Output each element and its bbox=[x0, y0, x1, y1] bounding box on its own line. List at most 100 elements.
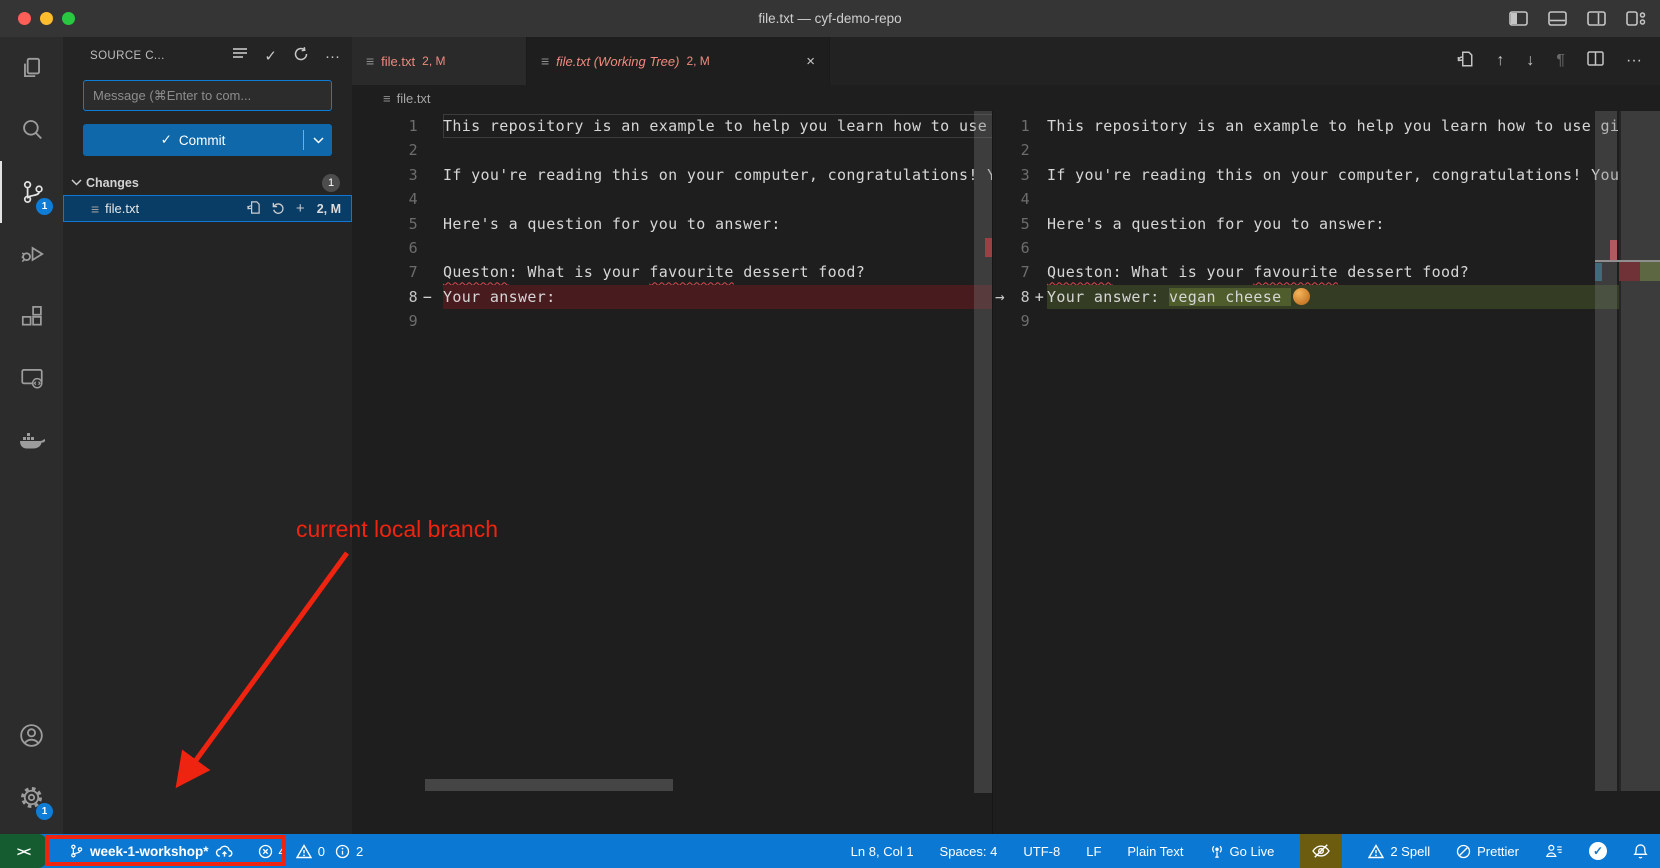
code-line[interactable]: 9 bbox=[993, 309, 1660, 333]
sync-status-item[interactable]: ✓ bbox=[1589, 834, 1607, 868]
source-control-icon[interactable]: 1 bbox=[0, 161, 63, 223]
encoding-item[interactable]: UTF-8 bbox=[1023, 834, 1060, 868]
spell-toggle-item[interactable] bbox=[1300, 834, 1342, 868]
code-line[interactable]: 3If you're reading this on your computer… bbox=[993, 163, 1660, 187]
toggle-panel-icon[interactable] bbox=[1548, 11, 1567, 26]
code-line[interactable]: 6 bbox=[352, 236, 992, 260]
stage-changes-icon[interactable]: + bbox=[296, 200, 305, 217]
customize-layout-icon[interactable] bbox=[1626, 11, 1646, 26]
diff-left-pane: 1This repository is an example to help y… bbox=[352, 111, 993, 834]
notifications-item[interactable] bbox=[1633, 834, 1648, 868]
view-as-list-icon[interactable] bbox=[232, 47, 248, 66]
problems-status-item[interactable]: 4 0 2 bbox=[258, 834, 368, 868]
extensions-icon[interactable] bbox=[0, 285, 63, 347]
eol-item[interactable]: LF bbox=[1086, 834, 1101, 868]
file-list-icon: ≡ bbox=[541, 53, 549, 69]
code-line[interactable]: 7Queston: What is your favourite dessert… bbox=[352, 260, 992, 284]
open-changes-icon[interactable] bbox=[1456, 50, 1474, 73]
ruler-added-mark bbox=[1640, 262, 1660, 281]
commit-message-input[interactable] bbox=[83, 80, 332, 111]
breadcrumb-file: file.txt bbox=[397, 91, 431, 106]
tab-label: file.txt bbox=[381, 54, 415, 69]
branch-name: week-1-workshop* bbox=[90, 844, 209, 859]
language-mode-item[interactable]: Plain Text bbox=[1127, 834, 1183, 868]
more-actions-icon[interactable]: ··· bbox=[1626, 52, 1642, 70]
feedback-item[interactable] bbox=[1545, 834, 1563, 868]
file-list-icon: ≡ bbox=[383, 91, 391, 106]
tab-file-txt[interactable]: ≡ file.txt 2, M bbox=[352, 37, 527, 85]
settings-gear-icon[interactable]: 1 bbox=[0, 766, 63, 828]
editor-group: ≡ file.txt 2, M ≡ file.txt (Working Tree… bbox=[352, 37, 1660, 834]
run-debug-icon[interactable] bbox=[0, 223, 63, 285]
diff-overview-ruler bbox=[1619, 111, 1660, 791]
left-vertical-scrollbar[interactable] bbox=[974, 111, 993, 793]
remote-explorer-icon[interactable] bbox=[0, 347, 63, 409]
tab-file-txt-working-tree[interactable]: ≡ file.txt (Working Tree) 2, M × bbox=[527, 37, 830, 85]
code-line[interactable]: 3If you're reading this on your computer… bbox=[352, 163, 992, 187]
changes-count-badge: 1 bbox=[322, 174, 340, 192]
branch-status-item[interactable]: week-1-workshop* bbox=[61, 834, 242, 868]
left-horizontal-scrollbar[interactable] bbox=[425, 779, 673, 791]
previous-change-icon[interactable]: ↑ bbox=[1496, 52, 1504, 70]
code-line[interactable]: 2 bbox=[352, 138, 992, 162]
publish-cloud-icon bbox=[215, 844, 234, 859]
code-line[interactable]: 8−Your answer: bbox=[352, 285, 992, 309]
open-file-icon[interactable] bbox=[246, 200, 261, 218]
breadcrumb[interactable]: ≡ file.txt bbox=[352, 85, 1660, 111]
code-line[interactable]: 2 bbox=[993, 138, 1660, 162]
code-line[interactable]: 5Here's a question for you to answer: bbox=[352, 212, 992, 236]
git-branch-icon bbox=[69, 843, 84, 859]
settings-badge: 1 bbox=[36, 803, 53, 820]
whitespace-toggle-icon[interactable]: ¶ bbox=[1556, 52, 1565, 70]
next-change-icon[interactable]: ↓ bbox=[1526, 52, 1534, 70]
changed-line-scroll-mark bbox=[1610, 240, 1617, 262]
changed-file-name: file.txt bbox=[105, 201, 139, 216]
tab-problems-badge: 2, M bbox=[686, 54, 709, 68]
cursor-position-item[interactable]: Ln 8, Col 1 bbox=[851, 834, 914, 868]
check-icon: ✓ bbox=[161, 132, 172, 148]
source-control-sidebar: SOURCE C... ✓ ··· ✓ Commit Chang bbox=[63, 37, 352, 834]
code-line[interactable]: 5Here's a question for you to answer: bbox=[993, 212, 1660, 236]
toggle-secondary-sidebar-icon[interactable] bbox=[1587, 11, 1606, 26]
code-line[interactable]: 6 bbox=[993, 236, 1660, 260]
search-icon[interactable] bbox=[0, 99, 63, 161]
commit-check-icon[interactable]: ✓ bbox=[264, 47, 277, 65]
go-live-item[interactable]: Go Live bbox=[1210, 834, 1275, 868]
prettier-status-item[interactable]: Prettier bbox=[1456, 834, 1519, 868]
eye-off-icon bbox=[1311, 843, 1331, 859]
code-line[interactable]: 4 bbox=[352, 187, 992, 211]
file-decorations: 2, M bbox=[317, 202, 341, 216]
refresh-icon[interactable] bbox=[293, 46, 309, 67]
tab-problems-badge: 2, M bbox=[422, 54, 445, 68]
deleted-line-scroll-mark bbox=[985, 238, 993, 257]
right-vertical-scrollbar[interactable] bbox=[1595, 111, 1617, 791]
remote-indicator[interactable]: >< bbox=[0, 834, 47, 868]
code-line[interactable]: 7Queston: What is your favourite dessert… bbox=[993, 260, 1660, 284]
explorer-icon[interactable] bbox=[0, 37, 63, 99]
more-actions-icon[interactable]: ··· bbox=[325, 48, 340, 65]
accounts-icon[interactable] bbox=[0, 704, 63, 766]
feedback-person-icon bbox=[1545, 843, 1563, 859]
file-list-icon: ≡ bbox=[91, 201, 99, 217]
code-line[interactable]: 4 bbox=[993, 187, 1660, 211]
code-line[interactable]: 1This repository is an example to help y… bbox=[993, 114, 1660, 138]
window-title: file.txt — cyf-demo-repo bbox=[0, 11, 1660, 26]
commit-button[interactable]: ✓ Commit bbox=[83, 124, 332, 156]
commit-dropdown-button[interactable] bbox=[304, 137, 332, 144]
spell-status-item[interactable]: 2 Spell bbox=[1368, 834, 1430, 868]
indentation-item[interactable]: Spaces: 4 bbox=[940, 834, 998, 868]
info-icon bbox=[335, 844, 350, 859]
split-editor-icon[interactable] bbox=[1587, 51, 1604, 71]
toggle-primary-sidebar-icon[interactable] bbox=[1509, 11, 1528, 26]
changes-section-header[interactable]: Changes 1 bbox=[63, 170, 352, 195]
code-line[interactable]: 9 bbox=[352, 309, 992, 333]
warning-count: 0 bbox=[318, 844, 325, 859]
code-line[interactable]: 8+Your answer: vegan cheese bbox=[993, 285, 1660, 309]
changed-file-row[interactable]: ≡ file.txt + 2, M bbox=[63, 195, 352, 222]
revert-arrow-icon[interactable]: → bbox=[995, 287, 1005, 306]
discard-changes-icon[interactable] bbox=[271, 200, 286, 218]
close-tab-icon[interactable]: × bbox=[806, 53, 815, 70]
activity-bar: 1 1 bbox=[0, 37, 63, 834]
code-line[interactable]: 1This repository is an example to help y… bbox=[352, 114, 992, 138]
docker-icon[interactable] bbox=[0, 409, 63, 471]
